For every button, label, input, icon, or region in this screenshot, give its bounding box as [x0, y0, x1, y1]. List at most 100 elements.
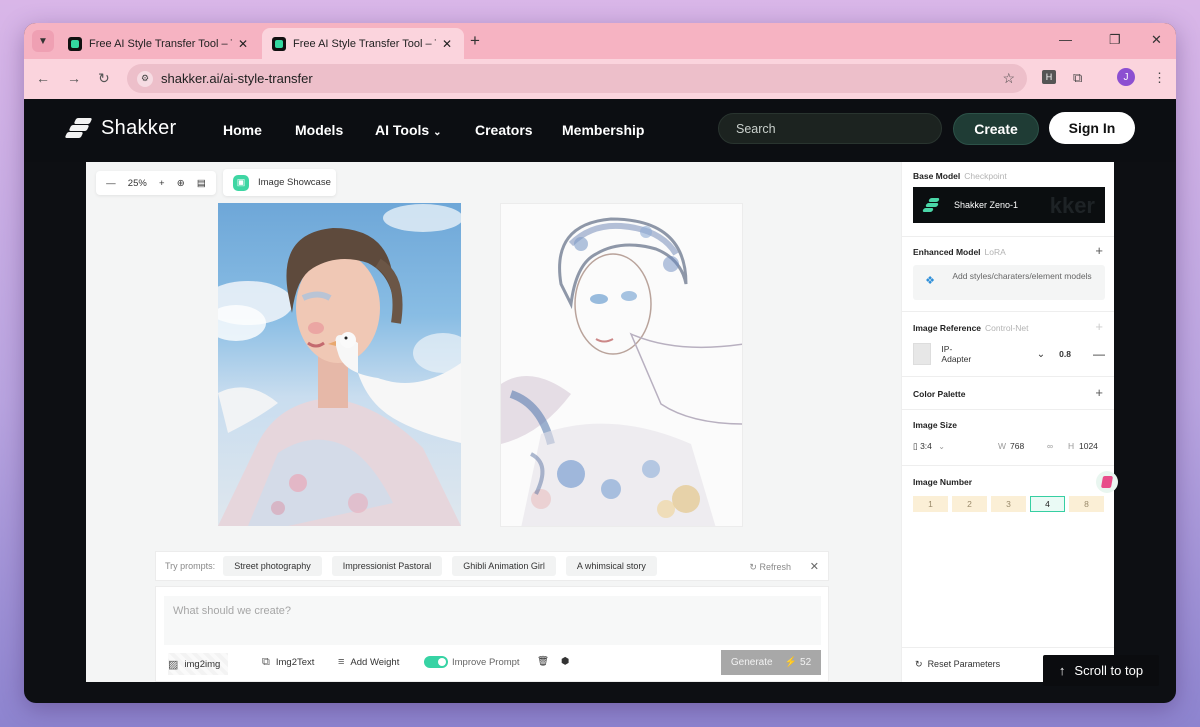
- add-lora-box[interactable]: ❖ Add styles/charaters/element models: [913, 265, 1105, 300]
- style-transfer-app: — 25% + ⊕ ▤ ▣ Image Showcase Try prompts…: [86, 162, 1114, 682]
- close-tab-icon[interactable]: ✕: [236, 37, 250, 51]
- enhanced-model-title: Enhanced Model: [913, 247, 981, 257]
- image-reference-heading: Image Reference Control-Net: [913, 323, 1029, 333]
- improve-prompt-label: Improve Prompt: [452, 656, 520, 668]
- create-button[interactable]: Create: [953, 113, 1039, 145]
- height-input[interactable]: 1024: [1079, 441, 1098, 451]
- prompt-chip[interactable]: Impressionist Pastoral: [331, 556, 443, 576]
- chevron-down-icon[interactable]: ⌄: [1037, 349, 1045, 360]
- site-info-icon[interactable]: ⚙: [137, 70, 153, 87]
- refresh-prompts-button[interactable]: ↻ Refresh: [749, 562, 791, 573]
- toggle-switch[interactable]: [424, 656, 448, 668]
- zoom-in-icon[interactable]: +: [159, 178, 165, 189]
- close-window-icon[interactable]: ✕: [1151, 32, 1162, 48]
- tab-strip: ▼ Free AI Style Transfer Tool – Tran ✕ F…: [24, 23, 1176, 59]
- zoom-out-icon[interactable]: —: [106, 178, 116, 189]
- zoom-controls: — 25% + ⊕ ▤: [96, 171, 216, 195]
- remove-reference-icon[interactable]: —: [1093, 347, 1105, 361]
- improve-prompt-toggle[interactable]: Improve Prompt: [424, 656, 520, 668]
- close-tab-icon[interactable]: ✕: [440, 37, 454, 51]
- shakker-logo-icon: [922, 198, 941, 212]
- chevron-down-icon[interactable]: ⌄: [938, 442, 945, 451]
- result-image[interactable]: [500, 203, 743, 527]
- browser-tab-1[interactable]: Free AI Style Transfer Tool – Tran ✕: [58, 28, 260, 59]
- try-prompts-bar: Try prompts: Street photography Impressi…: [155, 551, 829, 581]
- width-input[interactable]: 768: [1010, 441, 1024, 451]
- refresh-label: Refresh: [759, 562, 791, 572]
- reload-icon[interactable]: ↻: [98, 70, 110, 87]
- add-lora-icon[interactable]: +: [1095, 243, 1103, 258]
- base-model-name: Shakker Zeno-1: [954, 200, 1019, 210]
- keyboard-icon[interactable]: ▤: [197, 178, 206, 189]
- url-text: shakker.ai/ai-style-transfer: [161, 71, 313, 86]
- prompt-chip[interactable]: Street photography: [223, 556, 322, 576]
- image-number-option[interactable]: 8: [1069, 496, 1104, 512]
- bookmark-star-icon[interactable]: ☆: [1002, 70, 1015, 87]
- generate-cost: 52: [800, 657, 812, 668]
- scroll-to-top-button[interactable]: ↑ Scroll to top: [1043, 655, 1159, 686]
- aspect-ratio-icon: ▯: [913, 441, 918, 451]
- tab-search-button[interactable]: ▼: [32, 30, 54, 52]
- shakker-logo[interactable]: Shakker: [64, 116, 176, 140]
- new-tab-icon[interactable]: +: [470, 31, 480, 51]
- nav-home[interactable]: Home: [223, 122, 262, 138]
- prompt-textarea[interactable]: What should we create?: [164, 596, 821, 645]
- restore-icon[interactable]: ❐: [1109, 32, 1121, 48]
- base-model-selector[interactable]: Shakker Zeno-1 kker: [913, 187, 1105, 223]
- extension-h-icon[interactable]: H: [1042, 70, 1056, 84]
- image-number-option[interactable]: 1: [913, 496, 948, 512]
- add-color-palette-icon[interactable]: +: [1095, 385, 1103, 400]
- nav-models[interactable]: Models: [295, 122, 343, 138]
- aspect-ratio-select[interactable]: 3:4: [920, 441, 932, 451]
- adapter-select[interactable]: IP-Adapter: [941, 344, 974, 364]
- img2img-button[interactable]: ▨ img2img: [168, 653, 229, 675]
- nav-creators[interactable]: Creators: [475, 122, 533, 138]
- browser-toolbar: ← → ↻ ⚙ shakker.ai/ai-style-transfer ☆ H…: [24, 59, 1176, 99]
- link-icon[interactable]: ∞: [1047, 441, 1053, 451]
- image-number-options: 1 2 3 4 8: [913, 496, 1105, 512]
- browser-tab-2[interactable]: Free AI Style Transfer Tool – Tran ✕: [262, 28, 464, 59]
- portrait-photo-illustration: [218, 204, 461, 526]
- browser-menu-icon[interactable]: ⋮: [1153, 70, 1166, 86]
- minimize-icon[interactable]: —: [1059, 32, 1072, 47]
- img2img-label: img2img: [184, 658, 221, 670]
- generate-button[interactable]: Generate ⚡ 52: [721, 650, 821, 675]
- nav-membership[interactable]: Membership: [562, 122, 644, 138]
- fit-view-icon[interactable]: ⊕: [177, 178, 185, 189]
- canvas-area: — 25% + ⊕ ▤ ▣ Image Showcase Try prompts…: [86, 162, 901, 682]
- close-prompts-icon[interactable]: ✕: [810, 560, 819, 573]
- back-icon[interactable]: ←: [36, 70, 50, 86]
- search-input[interactable]: Search: [718, 113, 942, 144]
- image-number-option-selected[interactable]: 4: [1030, 496, 1065, 512]
- image-showcase-button[interactable]: ▣ Image Showcase: [223, 169, 336, 196]
- add-weight-button[interactable]: ≡ Add Weight: [338, 656, 399, 668]
- adapter-weight[interactable]: 0.8: [1059, 349, 1071, 359]
- reference-thumbnail[interactable]: [913, 343, 932, 365]
- site-header: Shakker Home Models AI Tools ⌄ Creators …: [24, 99, 1176, 162]
- nav-ai-tools[interactable]: AI Tools ⌄: [375, 122, 441, 138]
- enhanced-model-sub: LoRA: [984, 247, 1006, 257]
- forward-icon[interactable]: →: [67, 70, 81, 86]
- prompt-chip[interactable]: A whimsical story: [565, 556, 657, 576]
- img2text-button[interactable]: ⧉ Img2Text: [262, 656, 314, 669]
- settings-icon[interactable]: ⬢: [561, 656, 569, 667]
- floating-helper-icon[interactable]: [1096, 471, 1118, 493]
- base-model-heading: Base Model Checkpoint: [913, 171, 1007, 181]
- chevron-down-icon: ▼: [38, 35, 48, 47]
- source-image[interactable]: [218, 203, 461, 526]
- image-number-option[interactable]: 2: [952, 496, 987, 512]
- height-label: H: [1068, 441, 1075, 451]
- profile-avatar[interactable]: J: [1117, 68, 1135, 86]
- trash-icon[interactable]: 🗑: [537, 656, 549, 667]
- enhanced-model-heading: Enhanced Model LoRA: [913, 247, 1006, 257]
- prompt-chip[interactable]: Ghibli Animation Girl: [452, 556, 556, 576]
- extensions-puzzle-icon[interactable]: ⧉: [1073, 70, 1082, 86]
- color-palette-heading: Color Palette: [913, 389, 966, 399]
- sign-in-button[interactable]: Sign In: [1049, 112, 1135, 144]
- image-number-option[interactable]: 3: [991, 496, 1026, 512]
- image-reference-sub: Control-Net: [985, 323, 1029, 333]
- add-controlnet-icon[interactable]: +: [1095, 319, 1103, 334]
- address-bar[interactable]: ⚙ shakker.ai/ai-style-transfer ☆: [127, 64, 1027, 93]
- base-model-title: Base Model: [913, 171, 961, 181]
- reset-parameters-button[interactable]: ↻ Reset Parameters: [915, 659, 1000, 670]
